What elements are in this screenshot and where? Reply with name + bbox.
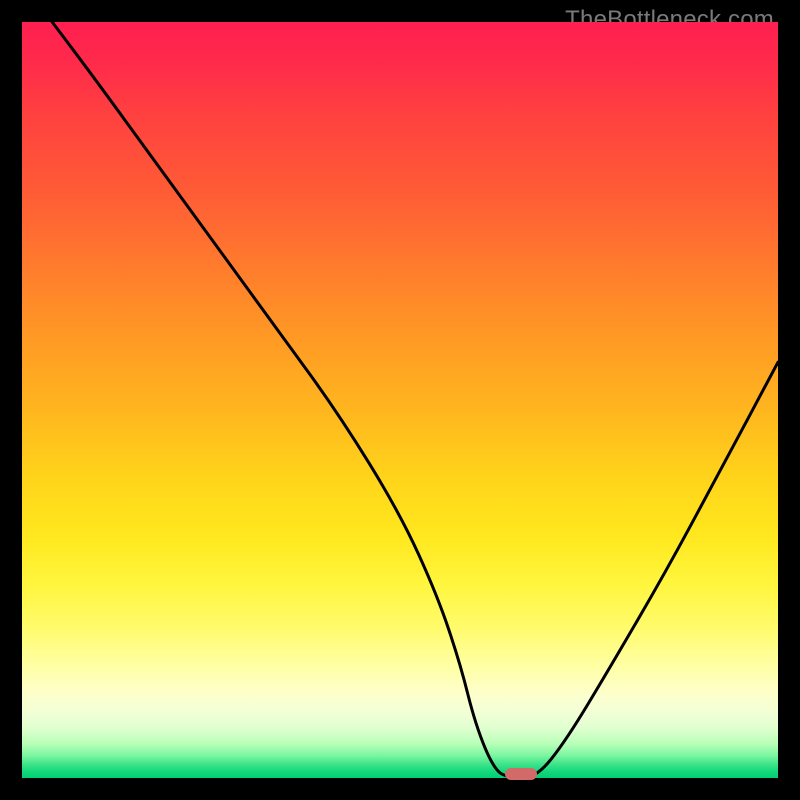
curve-svg [22,22,778,778]
bottleneck-curve [52,22,778,778]
optimal-point-marker [505,768,537,780]
chart-frame: TheBottleneck.com [0,0,800,800]
plot-area [22,22,778,778]
